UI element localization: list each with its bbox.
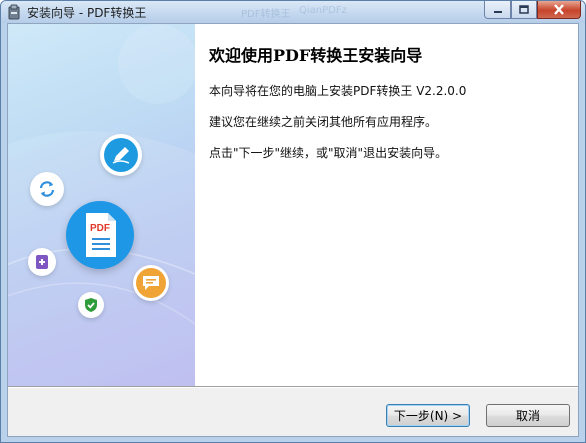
welcome-heading: 欢迎使用PDF转换王安装向导 [209,46,423,65]
installer-window: 安装向导 - PDF转换王 PDF转换王 QianPDFz PDF 欢迎使用PD… [0,0,586,443]
pdf-badge: PDF [66,201,134,269]
plus-icon [36,255,48,269]
ghost-title: PDF转换王 [241,9,291,20]
maximize-button[interactable] [511,1,537,19]
app-icon [8,4,20,20]
next-button[interactable]: 下一步(N) > [386,404,470,427]
refresh-icon [39,181,55,197]
chat-icon [143,276,159,290]
chat-badge [133,265,169,301]
close-icon [554,4,564,15]
minimize-button[interactable] [484,1,511,19]
pdf-label: PDF [90,223,110,234]
footer-separator [8,386,578,388]
maximize-icon [519,5,529,14]
wizard-body: PDF 欢迎使用PDF转换王安装向导 本向导将在您的电脑上安装PDF转换王 V2… [7,23,579,437]
refresh-badge [30,172,64,206]
side-banner: PDF [8,24,195,386]
ghost-title-2: QianPDFz [299,5,347,16]
pen-icon [112,147,130,164]
pen-badge [100,134,142,176]
title-bar[interactable]: 安装向导 - PDF转换王 PDF转换王 QianPDFz [1,1,585,23]
continue-instruction: 点击"下一步"继续，或"取消"退出安装向导。 [209,146,448,160]
shield-badge [78,292,104,318]
welcome-panel: 欢迎使用PDF转换王安装向导 本向导将在您的电脑上安装PDF转换王 V2.2.0… [195,24,578,386]
window-title: 安装向导 - PDF转换王 [27,6,147,20]
minimize-icon [493,10,502,13]
install-description: 本向导将在您的电脑上安装PDF转换王 V2.2.0.0 [209,84,467,98]
pdf-document-icon [86,213,116,257]
plus-badge [28,248,56,276]
cancel-button[interactable]: 取消 [486,404,570,427]
close-apps-advice: 建议您在继续之前关闭其他所有应用程序。 [209,115,438,129]
close-button[interactable] [537,1,581,19]
shield-icon [85,298,97,312]
